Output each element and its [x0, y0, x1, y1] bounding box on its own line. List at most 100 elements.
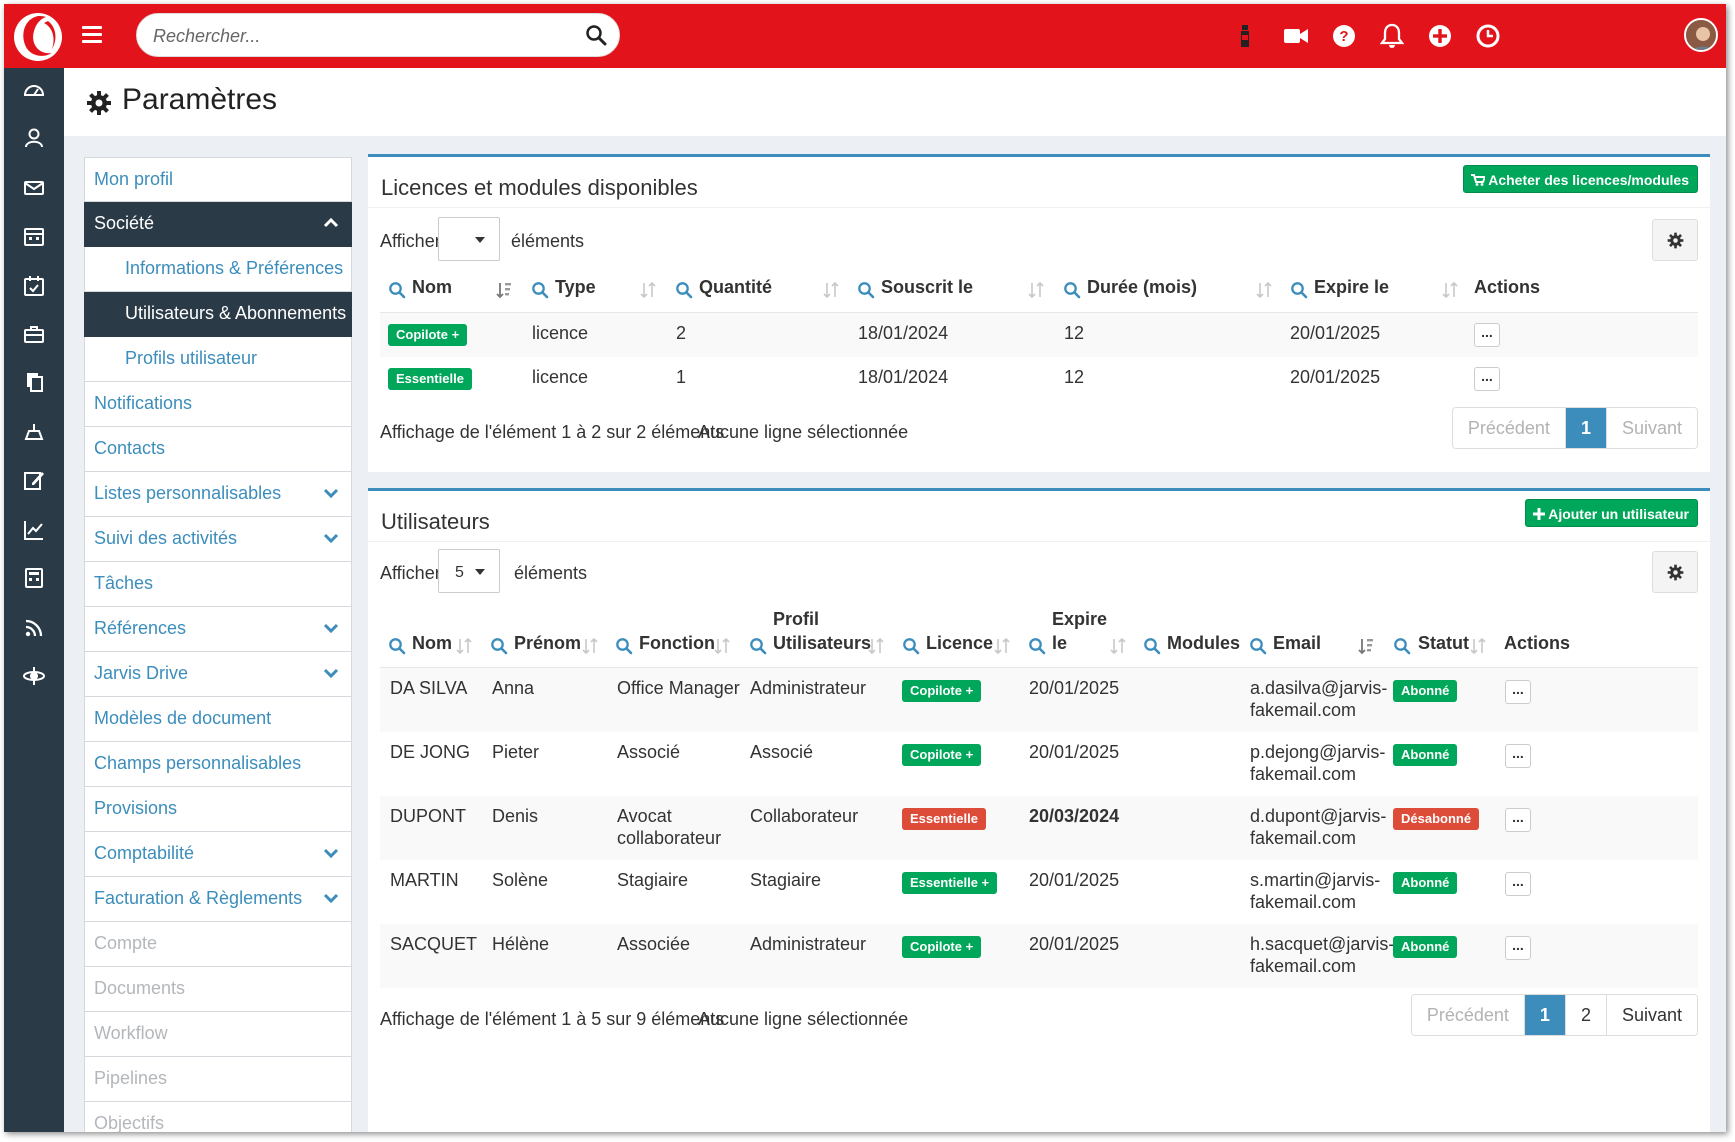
- mail-icon[interactable]: [22, 176, 46, 200]
- settings-menu-item[interactable]: Profils utilisateur: [84, 337, 352, 382]
- app-logo[interactable]: [12, 11, 64, 63]
- calculator-icon[interactable]: [22, 566, 46, 590]
- user-email[interactable]: s.martin@jarvis-fakemail.com: [1250, 869, 1380, 913]
- settings-menu-item[interactable]: Facturation & Règlements: [84, 877, 352, 922]
- settings-menu-item[interactable]: Workflow: [84, 1012, 352, 1057]
- help-icon[interactable]: ?: [1330, 22, 1358, 50]
- rss-icon[interactable]: [22, 616, 46, 640]
- row-actions-button[interactable]: ...: [1505, 808, 1531, 832]
- pagination-next[interactable]: Suivant: [1606, 995, 1697, 1035]
- column-search-icon[interactable]: [531, 281, 549, 299]
- settings-menu-item[interactable]: Champs personnalisables: [84, 742, 352, 787]
- pagination-page[interactable]: 1: [1565, 408, 1607, 448]
- pagination-page[interactable]: 2: [1565, 995, 1607, 1035]
- row-actions-button[interactable]: ...: [1474, 323, 1500, 347]
- chart-icon[interactable]: [22, 518, 46, 542]
- settings-menu-item[interactable]: Notifications: [84, 382, 352, 427]
- column-header[interactable]: Actions: [1504, 633, 1570, 654]
- video-camera-icon[interactable]: [1282, 22, 1310, 50]
- sort-icon[interactable]: [582, 637, 598, 655]
- user-email[interactable]: a.dasilva@jarvis-fakemail.com: [1250, 677, 1387, 721]
- settings-menu-item[interactable]: Contacts: [84, 427, 352, 472]
- settings-menu-item[interactable]: Informations & Préférences: [84, 247, 352, 292]
- row-actions-button[interactable]: ...: [1505, 936, 1531, 960]
- settings-menu-item[interactable]: Objectifs: [84, 1102, 352, 1132]
- sort-icon[interactable]: [1110, 637, 1126, 655]
- sort-icon[interactable]: [823, 281, 839, 299]
- sort-desc-icon[interactable]: [496, 281, 512, 299]
- settings-menu-item[interactable]: Documents: [84, 967, 352, 1012]
- sort-icon[interactable]: [1256, 281, 1272, 299]
- column-header[interactable]: Utilisateurs: [773, 633, 871, 654]
- column-header[interactable]: Durée (mois): [1087, 277, 1197, 298]
- dashboard-icon[interactable]: [22, 78, 46, 102]
- row-actions-button[interactable]: ...: [1474, 367, 1500, 391]
- add-user-button[interactable]: Ajouter un utilisateur: [1524, 499, 1698, 527]
- settings-menu-item[interactable]: Utilisateurs & Abonnements: [84, 292, 352, 337]
- sort-asc-icon[interactable]: [1358, 637, 1374, 655]
- settings-menu-item[interactable]: Compte: [84, 922, 352, 967]
- column-search-icon[interactable]: [1393, 637, 1411, 655]
- settings-menu-item[interactable]: Jarvis Drive: [84, 652, 352, 697]
- user-email[interactable]: p.dejong@jarvis-fakemail.com: [1250, 741, 1385, 785]
- column-search-icon[interactable]: [490, 637, 508, 655]
- briefcase-icon[interactable]: [22, 322, 46, 346]
- column-search-icon[interactable]: [615, 637, 633, 655]
- column-header[interactable]: le: [1052, 633, 1067, 654]
- bell-icon[interactable]: [1378, 22, 1406, 50]
- sort-icon[interactable]: [456, 637, 472, 655]
- settings-menu-item[interactable]: Références: [84, 607, 352, 652]
- settings-menu-item[interactable]: Suivi des activités: [84, 517, 352, 562]
- network-icon[interactable]: [22, 664, 46, 688]
- user-email[interactable]: d.dupont@jarvis-fakemail.com: [1250, 805, 1386, 849]
- column-search-icon[interactable]: [388, 281, 406, 299]
- column-header[interactable]: Email: [1273, 633, 1321, 654]
- settings-menu-item[interactable]: Pipelines: [84, 1057, 352, 1102]
- sort-icon[interactable]: [1028, 281, 1044, 299]
- pagination-page[interactable]: 1: [1524, 995, 1566, 1035]
- plus-circle-icon[interactable]: [1426, 22, 1454, 50]
- pagination-next[interactable]: Suivant: [1606, 408, 1697, 448]
- users-column-settings-button[interactable]: [1652, 551, 1698, 593]
- users-page-size-select[interactable]: 5: [438, 549, 500, 593]
- sort-icon[interactable]: [640, 281, 656, 299]
- settings-menu-item[interactable]: Société: [84, 202, 352, 247]
- column-search-icon[interactable]: [749, 637, 767, 655]
- settings-menu-item[interactable]: Provisions: [84, 787, 352, 832]
- settings-menu-item[interactable]: Listes personnalisables: [84, 472, 352, 517]
- row-actions-button[interactable]: ...: [1505, 680, 1531, 704]
- licences-column-settings-button[interactable]: [1652, 219, 1698, 261]
- buy-licences-button[interactable]: Acheter des licences/modules: [1462, 165, 1698, 193]
- row-actions-button[interactable]: ...: [1505, 744, 1531, 768]
- settings-menu-item[interactable]: Tâches: [84, 562, 352, 607]
- hamburger-menu-icon[interactable]: [82, 26, 102, 44]
- column-header[interactable]: Expire le: [1314, 277, 1389, 298]
- column-search-icon[interactable]: [1028, 637, 1046, 655]
- clock-icon[interactable]: [1474, 22, 1502, 50]
- sort-icon[interactable]: [994, 637, 1010, 655]
- sort-icon[interactable]: [868, 637, 884, 655]
- search-icon[interactable]: [585, 24, 607, 46]
- column-header[interactable]: Prénom: [514, 633, 581, 654]
- column-search-icon[interactable]: [902, 637, 920, 655]
- contacts-icon[interactable]: [22, 126, 46, 150]
- documents-icon[interactable]: [22, 370, 46, 394]
- edit-icon[interactable]: [22, 468, 46, 492]
- pagination-previous[interactable]: Précédent: [1411, 995, 1525, 1035]
- pagination-previous[interactable]: Précédent: [1452, 408, 1566, 448]
- user-email[interactable]: h.sacquet@jarvis-fakemail.com: [1250, 933, 1394, 977]
- wine-bottle-icon[interactable]: [1232, 22, 1260, 50]
- column-search-icon[interactable]: [675, 281, 693, 299]
- user-avatar[interactable]: [1684, 18, 1718, 52]
- column-header[interactable]: Statut: [1418, 633, 1469, 654]
- calendar-icon[interactable]: [22, 224, 46, 248]
- search-input[interactable]: [153, 22, 573, 50]
- column-header[interactable]: Actions: [1474, 277, 1540, 298]
- column-header[interactable]: Quantité: [699, 277, 772, 298]
- column-search-icon[interactable]: [1249, 637, 1267, 655]
- scale-icon[interactable]: [22, 420, 46, 444]
- column-header[interactable]: Souscrit le: [881, 277, 973, 298]
- calendar-check-icon[interactable]: [22, 274, 46, 298]
- column-search-icon[interactable]: [1290, 281, 1308, 299]
- column-header[interactable]: Licence: [926, 633, 993, 654]
